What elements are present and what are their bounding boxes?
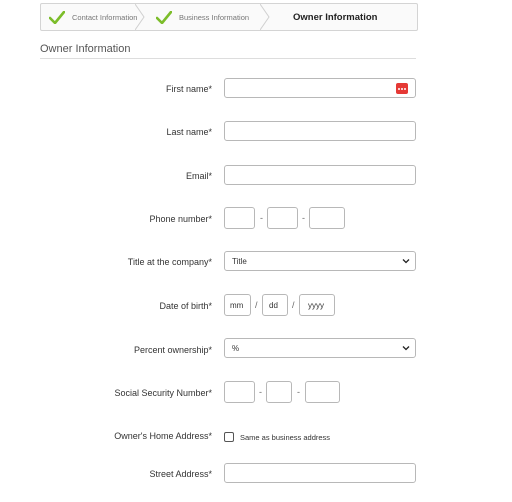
ssn-part2-input[interactable] xyxy=(266,381,292,403)
dob-separator: / xyxy=(255,300,258,310)
street-address-input[interactable] xyxy=(224,463,416,483)
email-input[interactable] xyxy=(224,165,416,185)
phone-line-number-input[interactable] xyxy=(309,207,345,229)
ssn-separator: - xyxy=(259,387,262,397)
ssn-label: Social Security Number* xyxy=(114,388,212,398)
percent-ownership-select[interactable]: % xyxy=(224,338,416,358)
email-label: Email* xyxy=(185,171,212,181)
dob-separator: / xyxy=(292,300,295,310)
step-label: Contact Information xyxy=(72,12,138,22)
ownership-label: Percent ownership* xyxy=(133,345,212,355)
title-select[interactable]: Title xyxy=(224,251,416,271)
checkmark-icon xyxy=(49,10,65,24)
title-label: Title at the company* xyxy=(127,257,212,267)
phone-separator: - xyxy=(260,213,263,223)
percent-select-value: % xyxy=(232,343,240,353)
divider xyxy=(40,58,416,59)
first-name-label: First name* xyxy=(165,84,212,94)
home-address-label: Owner's Home Address* xyxy=(114,431,212,441)
ssn-part3-input[interactable] xyxy=(305,381,340,403)
dob-label: Date of birth* xyxy=(159,301,212,311)
chevron-down-icon xyxy=(402,259,410,264)
step-label: Owner Information xyxy=(293,11,378,23)
phone-label: Phone number* xyxy=(149,214,212,224)
step-owner-information[interactable]: Owner Information xyxy=(269,4,417,30)
phone-prefix-input[interactable] xyxy=(267,207,298,229)
title-select-value: Title xyxy=(232,256,247,266)
step-business-information[interactable]: Business Information xyxy=(144,4,270,30)
section-title: Owner Information xyxy=(40,43,131,55)
ssn-separator: - xyxy=(297,387,300,397)
same-as-business-label[interactable]: Same as business address xyxy=(240,433,330,442)
dob-day-input[interactable] xyxy=(262,294,288,316)
checkmark-icon xyxy=(156,10,172,24)
password-manager-icon[interactable] xyxy=(396,83,408,94)
first-name-input[interactable] xyxy=(224,78,416,98)
street-address-label: Street Address* xyxy=(149,469,212,479)
last-name-input[interactable] xyxy=(224,121,416,141)
dob-month-input[interactable] xyxy=(224,294,251,316)
same-as-business-checkbox[interactable] xyxy=(224,432,234,442)
wizard-steps: Contact Information Business Information… xyxy=(40,3,418,31)
last-name-label: Last name* xyxy=(166,127,212,137)
dob-year-input[interactable] xyxy=(299,294,335,316)
step-label: Business Information xyxy=(179,12,250,22)
phone-area-code-input[interactable] xyxy=(224,207,255,229)
step-contact-information[interactable]: Contact Information xyxy=(41,4,145,30)
phone-separator: - xyxy=(302,213,305,223)
chevron-down-icon xyxy=(402,346,410,351)
ssn-part1-input[interactable] xyxy=(224,381,255,403)
